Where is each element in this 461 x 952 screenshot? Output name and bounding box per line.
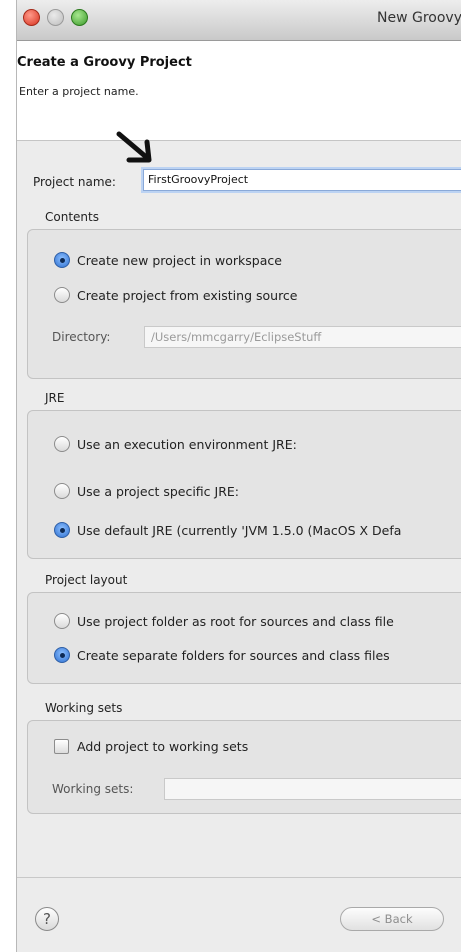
contents-group: Create new project in workspace Create p… bbox=[27, 229, 461, 379]
radio-unselected-icon bbox=[54, 483, 70, 499]
separate-folders-radio[interactable]: Create separate folders for sources and … bbox=[54, 647, 390, 663]
working-sets-group-title: Working sets bbox=[45, 701, 123, 715]
add-to-working-sets-label: Add project to working sets bbox=[77, 739, 249, 754]
radio-unselected-icon bbox=[54, 436, 70, 452]
footer-divider bbox=[17, 877, 461, 878]
wizard-header: Create a Groovy Project Enter a project … bbox=[17, 41, 461, 141]
checkbox-unchecked-icon bbox=[54, 739, 69, 754]
project-name-label: Project name: bbox=[33, 175, 116, 189]
contents-group-title: Contents bbox=[45, 210, 99, 224]
wizard-title: Create a Groovy Project bbox=[17, 55, 192, 70]
radio-selected-icon bbox=[54, 522, 70, 538]
create-new-project-radio[interactable]: Create new project in workspace bbox=[54, 252, 282, 268]
directory-field[interactable]: /Users/mmcgarry/EclipseStuff bbox=[144, 326, 461, 348]
pointer-arrow-icon bbox=[116, 131, 152, 163]
wizard-description: Enter a project name. bbox=[19, 85, 139, 98]
zoom-window-button[interactable] bbox=[71, 9, 88, 26]
jre-group-title: JRE bbox=[45, 391, 65, 405]
back-button[interactable]: < Back bbox=[340, 907, 444, 931]
title-bar: New Groovy bbox=[17, 0, 461, 41]
project-folder-root-radio[interactable]: Use project folder as root for sources a… bbox=[54, 613, 394, 629]
project-layout-group-title: Project layout bbox=[45, 573, 128, 587]
working-sets-group: Add project to working sets Working sets… bbox=[27, 720, 461, 814]
window-title: New Groovy bbox=[377, 10, 461, 26]
minimize-window-button[interactable] bbox=[47, 9, 64, 26]
radio-unselected-icon bbox=[54, 613, 70, 629]
execution-environment-jre-label: Use an execution environment JRE: bbox=[77, 436, 297, 452]
project-layout-group: Use project folder as root for sources a… bbox=[27, 592, 461, 684]
create-from-existing-radio[interactable]: Create project from existing source bbox=[54, 287, 298, 303]
radio-selected-icon bbox=[54, 252, 70, 268]
help-icon[interactable]: ? bbox=[35, 907, 59, 931]
project-folder-root-label: Use project folder as root for sources a… bbox=[77, 613, 394, 629]
project-specific-jre-radio[interactable]: Use a project specific JRE: bbox=[54, 483, 239, 499]
default-jre-label: Use default JRE (currently 'JVM 1.5.0 (M… bbox=[77, 522, 402, 538]
project-specific-jre-label: Use a project specific JRE: bbox=[77, 483, 239, 499]
radio-unselected-icon bbox=[54, 287, 70, 303]
execution-environment-jre-radio[interactable]: Use an execution environment JRE: bbox=[54, 436, 297, 452]
add-to-working-sets-checkbox[interactable]: Add project to working sets bbox=[54, 739, 248, 754]
jre-group: Use an execution environment JRE: Use a … bbox=[27, 410, 461, 559]
close-window-button[interactable] bbox=[23, 9, 40, 26]
working-sets-field[interactable] bbox=[164, 778, 461, 800]
separate-folders-label: Create separate folders for sources and … bbox=[77, 647, 390, 663]
radio-selected-icon bbox=[54, 647, 70, 663]
directory-label: Directory: bbox=[52, 330, 111, 344]
working-sets-label: Working sets: bbox=[52, 782, 134, 796]
create-from-existing-label: Create project from existing source bbox=[77, 287, 298, 303]
default-jre-radio[interactable]: Use default JRE (currently 'JVM 1.5.0 (M… bbox=[54, 522, 401, 538]
new-groovy-project-window: New Groovy Create a Groovy Project Enter… bbox=[16, 0, 461, 952]
create-new-project-label: Create new project in workspace bbox=[77, 252, 282, 268]
project-name-input[interactable]: FirstGroovyProject bbox=[143, 169, 461, 191]
